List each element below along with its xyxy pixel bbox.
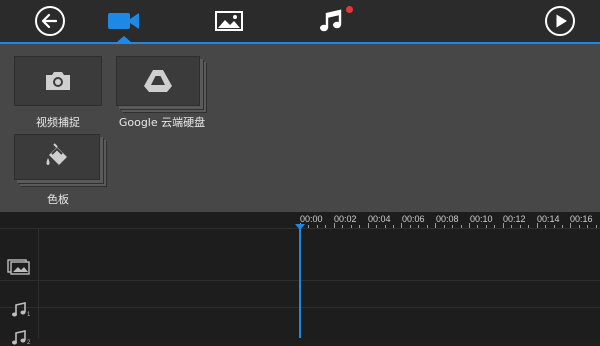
media-source-panel: 视频捕捉 Google 云端硬盘 色板: [0, 44, 600, 212]
time-label: 00:14: [537, 214, 560, 224]
music-note-icon: [320, 9, 342, 32]
audio-track-2-header[interactable]: 2: [10, 330, 31, 346]
time-label: 00:08: [436, 214, 459, 224]
time-label: 00:04: [368, 214, 391, 224]
color-swatch-tile[interactable]: 色板: [14, 134, 106, 210]
tab-audio[interactable]: [311, 0, 351, 42]
color-swatch-label: 色板: [47, 193, 69, 206]
camera-icon: [46, 72, 70, 90]
video-capture-label: 视频捕捉: [36, 116, 80, 129]
music-note-icon: [12, 302, 26, 317]
arrow-left-circle-icon: [35, 6, 65, 36]
time-label: 00:00: [300, 214, 323, 224]
timeline[interactable]: 00:00 00:02 00:04 00:06 00:08 00:10 00:1…: [0, 212, 600, 346]
image-icon: [215, 11, 243, 31]
paint-bucket-icon: [46, 143, 67, 165]
time-label: 00:06: [402, 214, 425, 224]
video-camera-icon: [108, 13, 139, 29]
google-drive-card[interactable]: [116, 56, 200, 106]
tab-image[interactable]: [209, 0, 249, 42]
audio-track-1-header[interactable]: 1: [10, 302, 31, 318]
google-drive-icon: [144, 70, 172, 92]
notification-badge: [346, 6, 353, 13]
track-number: 1: [27, 312, 31, 318]
video-capture-card[interactable]: [14, 56, 102, 106]
time-label: 00:12: [503, 214, 526, 224]
playhead-handle[interactable]: [295, 224, 305, 230]
image-layer-icon: [7, 259, 30, 275]
video-capture-tile[interactable]: 视频捕捉: [14, 56, 102, 132]
back-button[interactable]: [32, 0, 68, 42]
music-note-icon: [12, 330, 26, 345]
google-drive-tile[interactable]: Google 云端硬盘: [114, 56, 210, 132]
time-label: 00:02: [334, 214, 357, 224]
time-label: 00:16: [570, 214, 593, 224]
top-toolbar: [0, 0, 600, 44]
time-label: 00:10: [470, 214, 493, 224]
playhead-line[interactable]: [299, 226, 301, 338]
play-button[interactable]: [542, 0, 578, 42]
play-circle-icon: [545, 6, 575, 36]
video-track-header[interactable]: [6, 258, 32, 276]
track-header-column: 1 2: [0, 228, 39, 346]
google-drive-label: Google 云端硬盘: [118, 116, 206, 129]
track-number: 2: [27, 340, 31, 346]
color-swatch-card[interactable]: [14, 134, 100, 180]
